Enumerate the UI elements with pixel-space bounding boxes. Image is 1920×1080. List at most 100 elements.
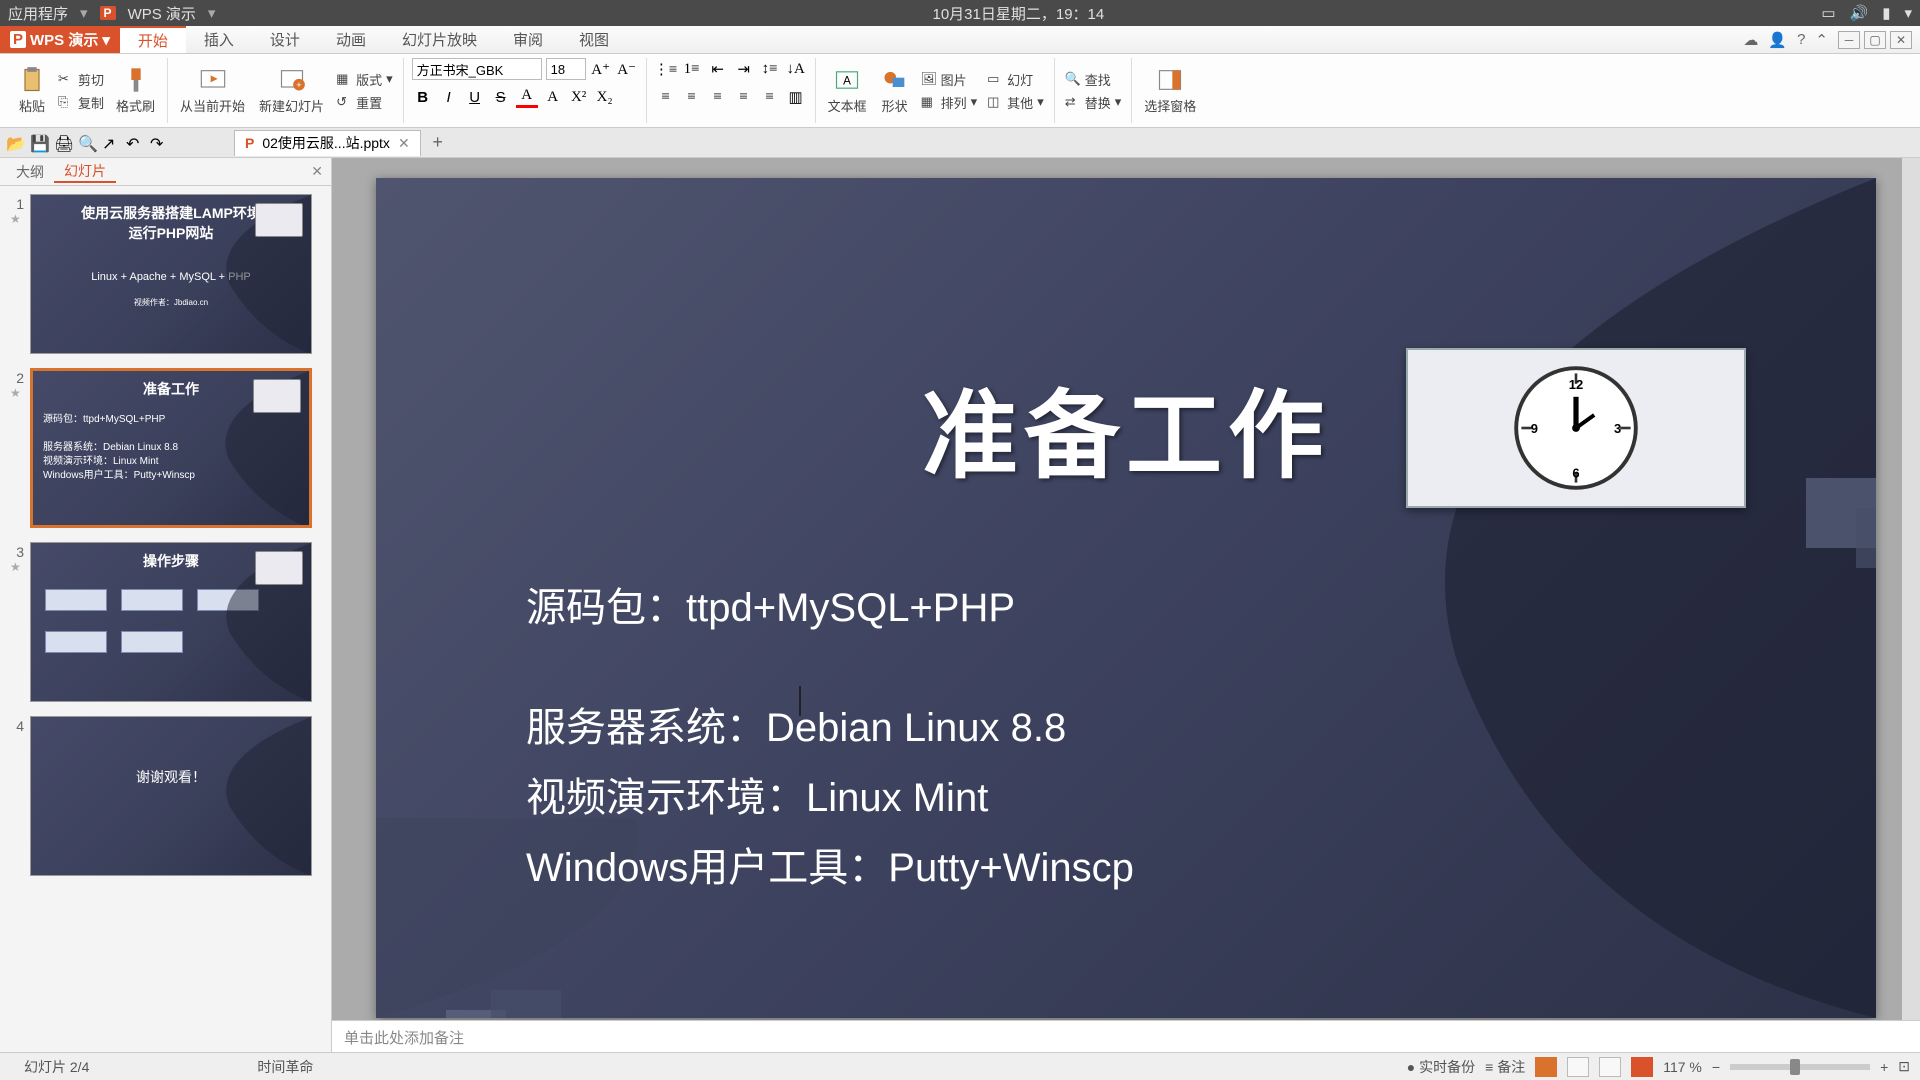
tab-design[interactable]: 设计 xyxy=(252,26,318,53)
tab-insert[interactable]: 插入 xyxy=(186,26,252,53)
print-icon[interactable]: 🖨 xyxy=(54,134,72,152)
backup-status[interactable]: ● 实时备份 xyxy=(1407,1057,1475,1077)
picture-button[interactable]: 🖼图片 xyxy=(919,69,980,90)
clock-image[interactable]: 12 3 6 9 xyxy=(1406,348,1746,508)
pane-icon xyxy=(1156,66,1184,94)
slideshow-view-button[interactable] xyxy=(1631,1057,1653,1077)
new-tab-button[interactable]: + xyxy=(427,132,449,154)
network-icon[interactable]: ▭ xyxy=(1821,4,1835,22)
thumb-number: 4 xyxy=(10,716,24,734)
collapse-ribbon-icon[interactable]: ⌃ xyxy=(1815,31,1828,49)
zoom-in-button[interactable]: + xyxy=(1880,1059,1888,1075)
subscript-button[interactable]: X₂ xyxy=(594,86,616,108)
superscript-button[interactable]: X² xyxy=(568,86,590,108)
close-tab-icon[interactable]: ✕ xyxy=(398,135,410,152)
notes-area[interactable]: 单击此处添加备注 xyxy=(332,1020,1920,1052)
slide-thumb-2[interactable]: 准备工作 源码包：ttpd+MySQL+PHP 服务器系统：Debian Lin… xyxy=(30,368,312,528)
zoom-value[interactable]: 117 % xyxy=(1663,1059,1702,1075)
minimize-button[interactable]: ─ xyxy=(1838,31,1860,49)
slide-thumb-3[interactable]: 操作步骤 xyxy=(30,542,312,702)
user-icon[interactable]: 👤 xyxy=(1768,31,1787,49)
maximize-button[interactable]: ▢ xyxy=(1864,31,1886,49)
normal-view-button[interactable] xyxy=(1535,1057,1557,1077)
indent-inc-button[interactable]: ⇥ xyxy=(733,58,755,80)
export-icon[interactable]: ↗ xyxy=(102,134,120,152)
slide-thumb-1[interactable]: 使用云服务器搭建LAMP环境 运行PHP网站 Linux + Apache + … xyxy=(30,194,312,354)
reset-button[interactable]: ↺重置 xyxy=(334,92,395,113)
decrease-font-button[interactable]: A⁻ xyxy=(616,58,638,80)
vertical-scrollbar[interactable] xyxy=(1902,158,1920,1020)
font-color-button[interactable]: A xyxy=(516,86,538,108)
text-direction-button[interactable]: ↓A xyxy=(785,58,807,80)
strike-button[interactable]: S xyxy=(490,86,512,108)
cloud-icon[interactable]: ☁ xyxy=(1743,31,1758,49)
close-button[interactable]: ✕ xyxy=(1890,31,1912,49)
align-justify-button[interactable]: ≡ xyxy=(733,86,755,108)
zoom-slider[interactable] xyxy=(1730,1064,1870,1070)
copy-button[interactable]: ⎘复制 xyxy=(56,92,106,113)
app-menubar: P WPS 演示 ▾ 开始 插入 设计 动画 幻灯片放映 审阅 视图 ☁ 👤 ?… xyxy=(0,26,1920,54)
textbox-button[interactable]: A 文本框 xyxy=(824,64,871,117)
tab-start[interactable]: 开始 xyxy=(120,26,186,53)
select-pane-button[interactable]: 选择窗格 xyxy=(1140,64,1200,117)
zoom-out-button[interactable]: − xyxy=(1712,1059,1720,1075)
save-icon[interactable]: 💾 xyxy=(30,134,48,152)
undo-icon[interactable]: ↶ xyxy=(126,134,144,152)
thumbnails-tab[interactable]: 幻灯片 xyxy=(54,161,116,183)
fit-button[interactable]: ⊡ xyxy=(1898,1058,1910,1075)
shape-button[interactable]: 形状 xyxy=(877,64,913,117)
notes-toggle[interactable]: ≡ 备注 xyxy=(1485,1057,1525,1077)
close-panel-icon[interactable]: ✕ xyxy=(311,163,323,180)
align-distribute-button[interactable]: ≡ xyxy=(759,86,781,108)
arrange-button[interactable]: ▦排列 ▾ xyxy=(919,92,980,113)
highlight-button[interactable]: A xyxy=(542,86,564,108)
paste-button[interactable]: 粘贴 xyxy=(14,64,50,117)
font-size-input[interactable] xyxy=(546,58,586,80)
wps-taskbar-icon[interactable]: P xyxy=(100,6,116,20)
open-icon[interactable]: 📂 xyxy=(6,134,24,152)
redo-icon[interactable]: ↷ xyxy=(150,134,168,152)
find-button[interactable]: 🔍查找 xyxy=(1063,69,1124,90)
help-icon[interactable]: ? xyxy=(1797,31,1805,48)
tab-animation[interactable]: 动画 xyxy=(318,26,384,53)
battery-icon[interactable]: ▮ xyxy=(1882,4,1890,22)
font-name-input[interactable] xyxy=(412,58,542,80)
replace-button[interactable]: ⇄替换 ▾ xyxy=(1063,92,1124,113)
italic-button[interactable]: I xyxy=(438,86,460,108)
numbering-button[interactable]: 1≡ xyxy=(681,58,703,80)
other-button[interactable]: ◫其他 ▾ xyxy=(985,92,1046,113)
underline-button[interactable]: U xyxy=(464,86,486,108)
bullets-button[interactable]: ⋮≡ xyxy=(655,58,677,80)
volume-icon[interactable]: 🔊 xyxy=(1850,4,1869,22)
bold-button[interactable]: B xyxy=(412,86,434,108)
cut-button[interactable]: ✂剪切 xyxy=(56,69,106,90)
apps-menu[interactable]: 应用程序 xyxy=(8,3,68,24)
sorter-view-button[interactable] xyxy=(1567,1057,1589,1077)
tab-view[interactable]: 视图 xyxy=(561,26,627,53)
tab-slideshow[interactable]: 幻灯片放映 xyxy=(384,26,495,53)
slideshow-small-button[interactable]: ▭幻灯 xyxy=(985,69,1046,90)
indent-dec-button[interactable]: ⇤ xyxy=(707,58,729,80)
align-right-button[interactable]: ≡ xyxy=(707,86,729,108)
slide-body-text[interactable]: 源码包：ttpd+MySQL+PHP 服务器系统：Debian Linux 8.… xyxy=(526,578,1134,908)
document-tab[interactable]: P 02使用云服...站.pptx ✕ xyxy=(234,130,421,156)
tab-review[interactable]: 审阅 xyxy=(495,26,561,53)
slide-thumb-4[interactable]: 谢谢观看！ xyxy=(30,716,312,876)
increase-font-button[interactable]: A⁺ xyxy=(590,58,612,80)
ribbon: 粘贴 ✂剪切 ⎘复制 格式刷 从当前开始 + 新建幻灯片 ▦版式 ▾ ↺重置 A… xyxy=(0,54,1920,128)
outline-tab[interactable]: 大纲 xyxy=(6,162,54,182)
columns-button[interactable]: ▥ xyxy=(785,86,807,108)
format-painter-button[interactable]: 格式刷 xyxy=(112,64,159,117)
new-slide-button[interactable]: + 新建幻灯片 xyxy=(255,64,328,117)
from-current-button[interactable]: 从当前开始 xyxy=(176,64,249,117)
slide-title[interactable]: 准备工作 xyxy=(922,358,1330,497)
power-icon[interactable]: ▾ xyxy=(1904,4,1912,22)
slide-canvas[interactable]: 准备工作 12 3 6 9 xyxy=(376,178,1876,1018)
app-logo[interactable]: P WPS 演示 ▾ xyxy=(0,26,120,53)
align-left-button[interactable]: ≡ xyxy=(655,86,677,108)
align-center-button[interactable]: ≡ xyxy=(681,86,703,108)
line-spacing-button[interactable]: ↕≡ xyxy=(759,58,781,80)
layout-button[interactable]: ▦版式 ▾ xyxy=(334,69,395,90)
reading-view-button[interactable] xyxy=(1599,1057,1621,1077)
print-preview-icon[interactable]: 🔍 xyxy=(78,134,96,152)
